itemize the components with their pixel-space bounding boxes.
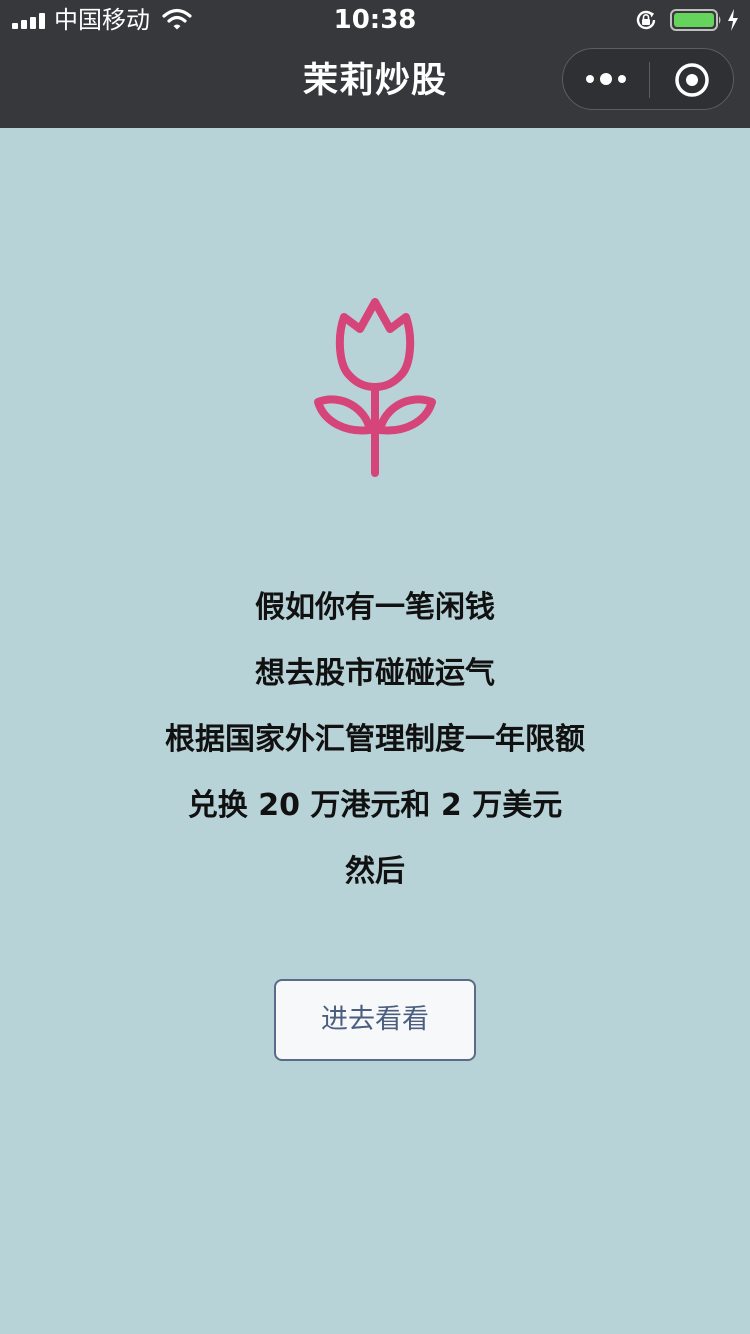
- more-dot: [618, 75, 626, 83]
- navigation-bar: 茉莉炒股: [0, 40, 750, 128]
- page: 中国移动 10:38 茉莉炒股 假如你有一笔闲钱 想去股市碰碰运气 根据国家外汇…: [0, 0, 750, 1334]
- battery-icon: [670, 9, 721, 31]
- mini-program-capsule: [562, 48, 734, 110]
- tulip-icon: [314, 298, 436, 477]
- intro-line: 兑换 20 万港元和 2 万美元: [187, 788, 563, 823]
- more-icon[interactable]: [563, 49, 649, 109]
- status-bar: 中国移动 10:38: [0, 0, 750, 40]
- close-icon[interactable]: [674, 62, 710, 98]
- intro-text: 假如你有一笔闲钱 想去股市碰碰运气 根据国家外汇管理制度一年限额 兑换 20 万…: [0, 588, 750, 918]
- more-dot: [600, 73, 612, 85]
- charging-icon: [728, 9, 738, 31]
- intro-line: 然后: [345, 854, 405, 889]
- more-dot: [586, 75, 594, 83]
- enter-button[interactable]: 进去看看: [274, 979, 476, 1061]
- intro-line: 根据国家外汇管理制度一年限额: [165, 722, 585, 757]
- top-bar: 中国移动 10:38 茉莉炒股: [0, 0, 750, 128]
- intro-line: 想去股市碰碰运气: [255, 656, 495, 691]
- capsule-divider: [649, 62, 650, 98]
- intro-line: 假如你有一笔闲钱: [255, 590, 495, 625]
- rotation-lock-icon: [636, 10, 656, 30]
